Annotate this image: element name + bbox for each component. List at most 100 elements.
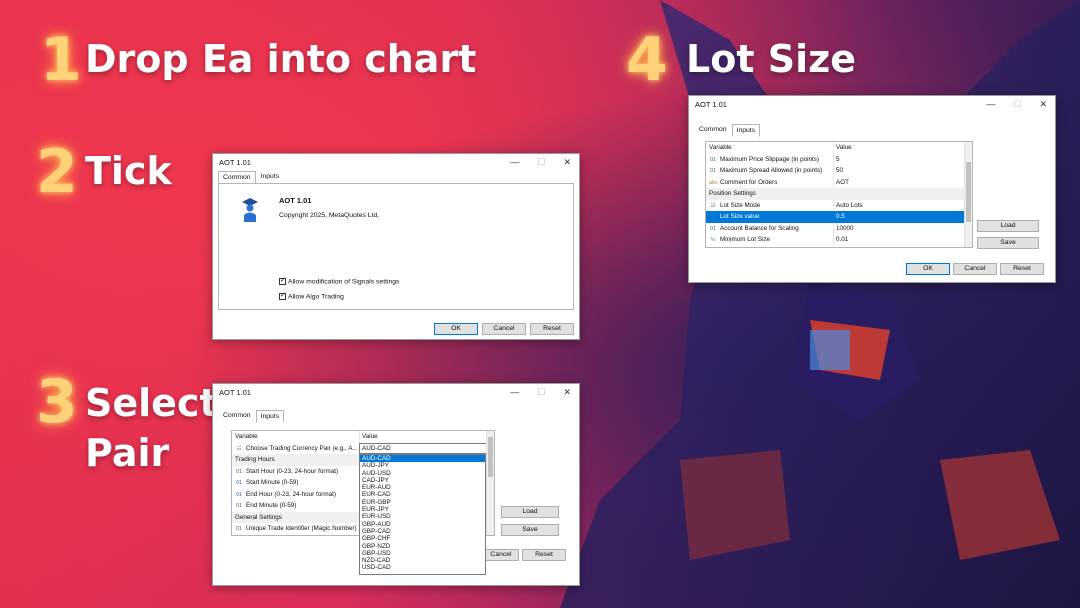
pair-option[interactable]: EUR-AUD [360,484,485,491]
close-icon[interactable]: ✕ [563,387,571,398]
step-2-number: 2 [36,137,78,207]
table-row[interactable]: ☷ Choose Trading Currency Pair (e.g., A..… [232,442,494,454]
enum-list-icon: ☷ [710,202,716,209]
save-button[interactable]: Save [501,524,559,536]
ok-button[interactable]: OK [906,263,950,275]
pair-option[interactable]: CAD-JPY [360,477,485,484]
dialog-lot-size: AOT 1.01 — ☐ ✕ Common Inputs Variable Va… [688,95,1056,283]
dialog-titlebar: AOT 1.01 — ☐ ✕ [213,154,579,170]
pair-option[interactable]: GBP-USD [360,550,485,557]
grid-scrollbar[interactable] [486,431,494,535]
allow-signals-checkbox-row[interactable]: Allow modification of Signals settings [279,276,400,286]
pair-option[interactable]: GBP-NZD [360,543,485,550]
step-3-number: 3 [36,367,78,437]
dialog-select-pair: AOT 1.01 — ☐ ✕ Common Inputs Variable Va… [212,383,580,586]
pair-option[interactable]: EUR-USD [360,513,485,520]
table-row[interactable]: 01 Account Balance for Scaling 10000 [706,222,972,234]
cancel-button[interactable]: Cancel [482,323,526,335]
tab-inputs[interactable]: Inputs [255,410,285,423]
variable-name: Lot Size value [720,213,760,221]
table-row-selected[interactable]: Lot Size value 0.5 [706,211,972,223]
variable-name: Comment for Orders [720,178,778,186]
dialog-common: AOT 1.01 — ☐ ✕ Common Inputs AOT 1.01 Co… [212,153,580,340]
table-row[interactable]: ½ Minimum Lot Size 0.01 [706,234,972,246]
variable-value[interactable]: 10000 [833,222,972,234]
allow-signals-label: Allow modification of Signals settings [288,278,400,286]
allow-algo-checkbox[interactable] [279,291,286,300]
pair-select-value: AUD-CAD [362,444,391,452]
variable-value[interactable]: 5 [833,153,972,165]
cancel-button[interactable]: Cancel [953,263,997,275]
pair-option[interactable]: EUR-CAD [360,491,485,498]
reset-button[interactable]: Reset [522,549,566,561]
ok-button[interactable]: OK [434,323,478,335]
close-icon[interactable]: ✕ [1039,99,1047,110]
pair-option[interactable]: GBP-CAD [360,528,485,535]
table-row[interactable]: ☷ Lot Size Mode Auto Lots [706,199,972,211]
close-icon[interactable]: ✕ [563,157,571,168]
pair-option[interactable]: AUD-USD [360,470,485,477]
load-button[interactable]: Load [501,506,559,518]
pair-option[interactable]: NZD-CAD [360,557,485,564]
tab-common[interactable]: Common [218,409,256,422]
tab-inputs[interactable]: Inputs [731,124,761,137]
reset-button[interactable]: Reset [1000,263,1044,275]
maximize-icon: ☐ [537,387,546,397]
dialog-titlebar: AOT 1.01 — ☐ ✕ [689,96,1055,112]
pair-select[interactable]: AUD-CAD ⌄ [359,442,494,454]
pair-option[interactable]: AUD-JPY [360,462,485,469]
string-icon: abc [709,179,718,186]
variable-value[interactable]: 0.5 [833,211,972,223]
variable-name: Start Hour (0-23, 24-hour format) [246,467,339,475]
variable-name: Maximum Price Slippage (in points) [720,155,820,163]
allow-signals-checkbox[interactable] [279,276,286,285]
pair-option[interactable]: EUR-GBP [360,499,485,506]
tab-inputs[interactable]: Inputs [256,170,285,183]
variable-name: End Minute (0-59) [246,502,297,510]
save-button[interactable]: Save [977,237,1039,249]
grid-scrollbar[interactable] [964,142,972,247]
group-label: Position Settings [709,190,756,198]
variable-value[interactable]: 50 [833,165,972,177]
integer-icon: 01 [709,168,717,175]
pair-option[interactable]: USD-CAD [360,564,485,571]
pair-dropdown-list[interactable]: AUD-CAD AUD-JPY AUD-USD CAD-JPY EUR-AUD … [359,454,486,575]
tab-common[interactable]: Common [694,123,732,136]
group-row: Position Settings [706,188,972,200]
variable-name: End Hour (0-23, 24-hour format) [246,490,336,498]
integer-icon: 01 [709,156,717,163]
expert-advisor-icon [242,198,258,222]
allow-algo-checkbox-row[interactable]: Allow Algo Trading [279,291,344,301]
table-row[interactable]: abc Comment for Orders AOT [706,176,972,188]
group-label: General Settings [235,513,282,521]
dialog-titlebar: AOT 1.01 — ☐ ✕ [213,384,579,400]
variable-value[interactable]: 0.01 [833,234,972,246]
step-2-title: Tick [85,149,172,193]
minimize-icon[interactable]: — [510,157,519,168]
allow-algo-label: Allow Algo Trading [288,293,344,301]
variable-value[interactable]: AOT [833,176,972,188]
variable-name: Lot Size Mode [720,201,761,209]
pair-option[interactable]: EUR-JPY [360,506,485,513]
variable-name: Account Balance for Scaling [720,224,799,232]
variable-value[interactable]: Auto Lots [833,199,972,211]
integer-icon: 01 [235,491,243,498]
integer-icon: 01 [235,526,243,533]
variable-name: Minimum Lot Size [720,236,771,244]
table-row[interactable]: 01 Maximum Price Slippage (in points) 5 [706,153,972,165]
load-button[interactable]: Load [977,220,1039,232]
value-header: Value [833,142,972,154]
pair-option[interactable]: GBP-CHF [360,535,485,542]
minimize-icon[interactable]: — [986,99,995,110]
common-pane: AOT 1.01 Copyright 2025, MetaQuotes Ltd.… [218,183,574,310]
grid-header: Variable Value [232,431,494,443]
integer-icon: 01 [235,468,243,475]
reset-button[interactable]: Reset [530,323,574,335]
table-row[interactable]: 01 Maximum Spread Allowed (in points) 50 [706,165,972,177]
cancel-button[interactable]: Cancel [483,549,519,561]
step-4-number: 4 [626,25,668,95]
pair-option[interactable]: GBP-AUD [360,521,485,528]
minimize-icon[interactable]: — [510,387,519,398]
variable-name: Choose Trading Currency Pair (e.g., A... [246,444,358,452]
pair-option[interactable]: AUD-CAD [360,455,485,463]
